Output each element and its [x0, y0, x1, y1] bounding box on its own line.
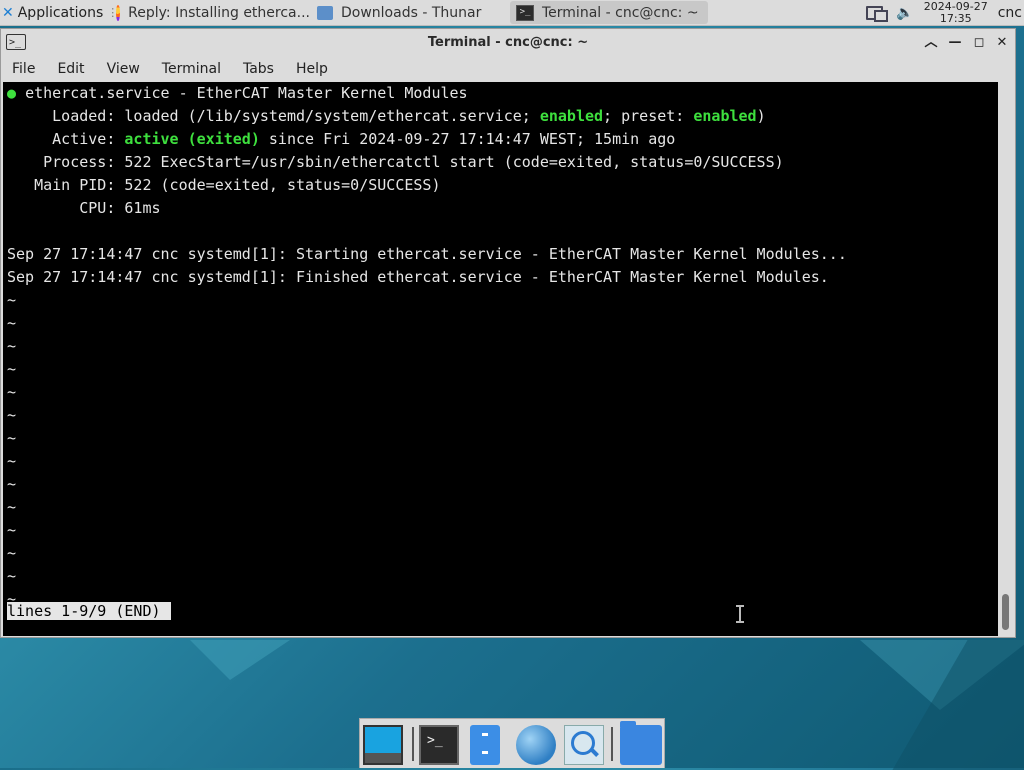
menu-view[interactable]: View — [96, 57, 151, 81]
empty-line-tilde: ~ — [7, 452, 17, 470]
task-label: Terminal - cnc@cnc: ~ — [542, 4, 699, 21]
terminal-icon: >_ — [516, 4, 534, 21]
scrollbar-thumb[interactable] — [1002, 594, 1009, 630]
empty-line-tilde: ~ — [7, 475, 17, 493]
loaded-line: Loaded: loaded (/lib/systemd/system/ethe… — [7, 105, 766, 128]
main-pid-value: 522 (code=exited, status=0/SUCCESS) — [124, 176, 441, 194]
pager-status-text: lines 1-9/9 (END) — [7, 602, 171, 620]
top-panel: ✕ Applications ⋮ Reply: Installing ether… — [0, 0, 1024, 26]
menu-file[interactable]: File — [1, 57, 46, 81]
enabled-state: enabled — [539, 107, 604, 125]
process-line: Process: 522 ExecStart=/usr/sbin/etherca… — [7, 151, 784, 174]
main-pid-line: Main PID: 522 (code=exited, status=0/SUC… — [7, 174, 440, 197]
folder-icon[interactable] — [620, 721, 662, 765]
app-finder-icon[interactable] — [564, 725, 604, 765]
cpu-value: 61ms — [124, 199, 161, 217]
xfce-logo-icon: ✕ — [2, 4, 14, 21]
maximize-button[interactable]: ◻ — [969, 33, 989, 53]
terminal-scrollbar[interactable] — [999, 82, 1013, 636]
service-header-line: ● ethercat.service - EtherCAT Master Ker… — [7, 82, 468, 105]
loaded-text: loaded (/lib/systemd/system/ethercat.ser… — [124, 107, 540, 125]
terminal-window: >_ Terminal - cnc@cnc: ~ ︿ — ◻ ✕ File Ed… — [0, 28, 1016, 638]
cpu-line: CPU: 61ms — [7, 197, 161, 220]
wallpaper-shape — [190, 640, 290, 680]
window-titlebar[interactable]: >_ Terminal - cnc@cnc: ~ ︿ — ◻ ✕ — [1, 29, 1015, 57]
active-state: active (exited) — [124, 130, 260, 148]
show-desktop-icon[interactable] — [363, 725, 403, 765]
dock-separator — [611, 727, 613, 761]
task-label: Downloads - Thunar — [341, 4, 482, 21]
clock-date: 2024-09-27 — [923, 0, 988, 13]
loaded-label: Loaded: — [52, 107, 116, 125]
process-value: 522 ExecStart=/usr/sbin/ethercatctl star… — [124, 153, 784, 171]
applications-label: Applications — [17, 4, 104, 21]
task-label: Reply: Installing etherca... — [128, 4, 310, 21]
preset-state: enabled — [693, 107, 757, 125]
empty-line-tilde: ~ — [7, 544, 17, 562]
menu-tabs[interactable]: Tabs — [232, 57, 285, 81]
empty-line-tilde: ~ — [7, 498, 17, 516]
terminal-launcher-icon[interactable]: >_ — [419, 725, 459, 765]
menu-terminal[interactable]: Terminal — [151, 57, 232, 81]
user-menu[interactable]: cnc — [998, 5, 1022, 21]
service-name: ethercat.service - EtherCAT Master Kerne… — [25, 84, 468, 102]
clock-time: 17:35 — [939, 11, 972, 25]
empty-line-tilde: ~ — [7, 406, 17, 424]
empty-line-tilde: ~ — [7, 429, 17, 447]
close-button[interactable]: ✕ — [992, 33, 1012, 53]
bottom-dock: >_ — [359, 718, 665, 768]
applications-menu[interactable]: ✕ Applications ⋮ — [2, 2, 118, 23]
log-line: Sep 27 17:14:47 cnc systemd[1]: Finished… — [7, 268, 829, 286]
web-browser-icon[interactable] — [516, 725, 556, 765]
cpu-label: CPU: — [79, 199, 116, 217]
empty-line-tilde: ~ — [7, 360, 17, 378]
log-line: Sep 27 17:14:47 cnc systemd[1]: Starting… — [7, 245, 847, 263]
process-label: Process: — [43, 153, 116, 171]
window-title: Terminal - cnc@cnc: ~ — [427, 35, 589, 50]
menu-edit[interactable]: Edit — [46, 57, 95, 81]
empty-line-tilde: ~ — [7, 567, 17, 585]
dock-separator — [412, 727, 414, 761]
loaded-text: ; preset: — [603, 107, 694, 125]
empty-line-tilde: ~ — [7, 337, 17, 355]
file-cabinet-icon[interactable] — [470, 725, 500, 765]
firefox-icon — [116, 4, 121, 21]
status-bullet-icon: ● — [7, 84, 17, 102]
empty-line-tilde: ~ — [7, 291, 17, 309]
volume-icon[interactable]: 🔈 — [896, 5, 913, 21]
network-icon[interactable] — [866, 5, 889, 22]
menu-help[interactable]: Help — [285, 57, 339, 81]
system-tray: 🔈 2024-09-27 17:35 cnc — [866, 0, 1024, 25]
clock[interactable]: 2024-09-27 17:35 — [923, 0, 988, 25]
empty-line-tilde: ~ — [7, 383, 17, 401]
taskbar-item-terminal[interactable]: >_ Terminal - cnc@cnc: ~ — [510, 1, 708, 24]
active-line: Active: active (exited) since Fri 2024-0… — [7, 128, 675, 151]
active-text: since Fri 2024-09-27 17:14:47 WEST; 15mi… — [259, 130, 676, 148]
loaded-text: ) — [756, 107, 766, 125]
ibeam-cursor-icon — [736, 605, 744, 623]
active-label: Active: — [52, 130, 116, 148]
file-manager-icon — [317, 5, 333, 20]
shade-button[interactable]: ︿ — [921, 33, 941, 53]
empty-line-tilde: ~ — [7, 521, 17, 539]
minimize-button[interactable]: — — [945, 33, 965, 53]
taskbar-item-firefox[interactable]: Reply: Installing etherca... — [110, 1, 310, 24]
main-pid-label: Main PID: — [34, 176, 116, 194]
terminal-output[interactable]: ● ethercat.service - EtherCAT Master Ker… — [3, 82, 998, 636]
pager-status: lines 1-9/9 (END) — [7, 600, 171, 623]
empty-line-tilde: ~ — [7, 314, 17, 332]
taskbar-item-thunar[interactable]: Downloads - Thunar — [311, 1, 509, 24]
menu-bar: File Edit View Terminal Tabs Help — [1, 57, 1015, 81]
